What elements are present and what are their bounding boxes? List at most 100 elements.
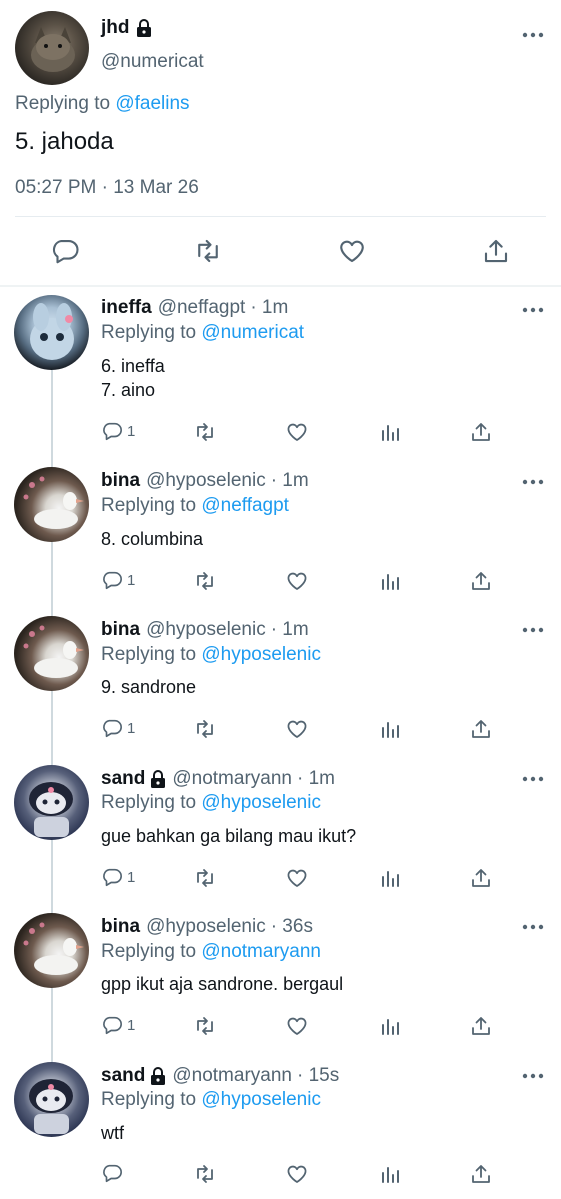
replying-to-link[interactable]: @faelins bbox=[115, 93, 189, 114]
reply-button[interactable]: 1 bbox=[101, 569, 135, 591]
views-icon[interactable] bbox=[378, 717, 402, 741]
avatar[interactable] bbox=[14, 467, 89, 542]
reply-text-line: gpp ikut aja sandrone. bergaul bbox=[101, 974, 344, 994]
reply-text-line: 6. ineffa bbox=[101, 356, 165, 376]
reply-icon bbox=[101, 1014, 123, 1036]
retweet-icon[interactable] bbox=[193, 236, 223, 266]
retweet-icon[interactable] bbox=[193, 866, 217, 890]
avatar[interactable] bbox=[14, 913, 89, 988]
retweet-icon[interactable] bbox=[193, 1162, 217, 1186]
reply-button[interactable]: 1 bbox=[101, 866, 135, 888]
reply-time[interactable]: · 1m bbox=[271, 619, 309, 641]
reply-count: 1 bbox=[127, 719, 136, 737]
avatar[interactable] bbox=[14, 765, 89, 840]
more-icon[interactable] bbox=[521, 625, 545, 635]
reply-icon bbox=[101, 420, 123, 442]
like-icon[interactable] bbox=[285, 569, 309, 593]
reply-icon bbox=[101, 569, 123, 591]
views-icon[interactable] bbox=[378, 1014, 402, 1038]
like-icon[interactable] bbox=[285, 866, 309, 890]
main-tweet-text: 5. jahoda bbox=[15, 128, 114, 155]
retweet-icon[interactable] bbox=[193, 569, 217, 593]
like-icon[interactable] bbox=[285, 717, 309, 741]
replying-to-link[interactable]: @neffagpt bbox=[201, 495, 289, 516]
more-icon[interactable] bbox=[521, 477, 545, 487]
reply-button[interactable]: 1 bbox=[101, 717, 135, 739]
reply-time[interactable]: · 1m bbox=[297, 768, 335, 790]
reply-author-name[interactable]: sand bbox=[101, 768, 145, 790]
share-icon[interactable] bbox=[469, 717, 493, 741]
like-icon[interactable] bbox=[285, 1162, 309, 1186]
reply-text-line: 8. columbina bbox=[101, 529, 204, 549]
replying-to-link[interactable]: @notmaryann bbox=[201, 941, 321, 962]
lock-icon bbox=[136, 19, 152, 37]
more-icon[interactable] bbox=[521, 30, 545, 40]
reply-author-handle[interactable]: @notmaryann bbox=[172, 768, 292, 790]
reply-icon[interactable] bbox=[50, 236, 80, 266]
reply-button[interactable]: 1 bbox=[101, 420, 135, 442]
views-icon[interactable] bbox=[378, 569, 402, 593]
reply-icon bbox=[101, 866, 123, 888]
reply-time[interactable]: · 36s bbox=[271, 916, 313, 938]
main-tweet-timestamp[interactable]: 05:27 PM · 13 Mar 26 bbox=[15, 177, 199, 199]
reply-author-name[interactable]: sand bbox=[101, 1065, 145, 1087]
more-icon[interactable] bbox=[521, 1071, 545, 1081]
reply-author-handle[interactable]: @notmaryann bbox=[172, 1065, 292, 1087]
replying-to-line: Replying to @hyposelenic bbox=[101, 792, 321, 813]
reply-author-name[interactable]: bina bbox=[101, 916, 140, 938]
main-avatar[interactable] bbox=[15, 11, 89, 85]
reply-button[interactable]: 1 bbox=[101, 1014, 135, 1036]
reply-author-handle[interactable]: @neffagpt bbox=[158, 297, 246, 319]
replying-to-line: Replying to @hyposelenic bbox=[101, 1089, 321, 1110]
replying-to-line: Replying to @faelins bbox=[15, 93, 190, 114]
replying-to-line: Replying to @neffagpt bbox=[101, 495, 289, 516]
reply-author-handle[interactable]: @hyposelenic bbox=[146, 916, 266, 938]
replying-to-line: Replying to @hyposelenic bbox=[101, 644, 321, 665]
share-icon[interactable] bbox=[469, 1162, 493, 1186]
retweet-icon[interactable] bbox=[193, 717, 217, 741]
replying-to-link[interactable]: @hyposelenic bbox=[201, 1089, 321, 1110]
reply-count: 1 bbox=[127, 1016, 136, 1034]
replying-to-link[interactable]: @numericat bbox=[201, 322, 304, 343]
reply-text-line: wtf bbox=[101, 1123, 125, 1143]
share-icon[interactable] bbox=[469, 569, 493, 593]
reply-time[interactable]: · 15s bbox=[297, 1065, 339, 1087]
views-icon[interactable] bbox=[378, 420, 402, 444]
divider bbox=[15, 216, 546, 217]
share-icon[interactable] bbox=[481, 236, 511, 266]
reply-author-name[interactable]: bina bbox=[101, 470, 140, 492]
like-icon[interactable] bbox=[285, 420, 309, 444]
share-icon[interactable] bbox=[469, 420, 493, 444]
replying-to-link[interactable]: @hyposelenic bbox=[201, 792, 321, 813]
share-icon[interactable] bbox=[469, 1014, 493, 1038]
like-icon[interactable] bbox=[285, 1014, 309, 1038]
avatar[interactable] bbox=[14, 295, 89, 370]
main-tweet-author-name[interactable]: jhd bbox=[101, 17, 130, 39]
reply-button[interactable] bbox=[101, 1162, 127, 1184]
views-icon[interactable] bbox=[378, 1162, 402, 1186]
reply-author-name[interactable]: ineffa bbox=[101, 297, 152, 319]
reply-count: 1 bbox=[127, 422, 136, 440]
views-icon[interactable] bbox=[378, 866, 402, 890]
more-icon[interactable] bbox=[521, 774, 545, 784]
avatar[interactable] bbox=[14, 616, 89, 691]
main-tweet-author-handle[interactable]: @numericat bbox=[101, 51, 204, 73]
retweet-icon[interactable] bbox=[193, 1014, 217, 1038]
reply-author-handle[interactable]: @hyposelenic bbox=[146, 470, 266, 492]
retweet-icon[interactable] bbox=[193, 420, 217, 444]
more-icon[interactable] bbox=[521, 922, 545, 932]
reply-actions: 1 bbox=[0, 569, 561, 593]
reply-author-name[interactable]: bina bbox=[101, 619, 140, 641]
reply-time[interactable]: · 1m bbox=[250, 297, 288, 319]
reply-author-handle[interactable]: @hyposelenic bbox=[146, 619, 266, 641]
reply-actions: 1 bbox=[0, 1014, 561, 1038]
more-icon[interactable] bbox=[521, 305, 545, 315]
section-separator bbox=[0, 285, 561, 287]
replying-to-line: Replying to @notmaryann bbox=[101, 941, 321, 962]
avatar[interactable] bbox=[14, 1062, 89, 1137]
replying-to-link[interactable]: @hyposelenic bbox=[201, 644, 321, 665]
reply-time[interactable]: · 1m bbox=[271, 470, 309, 492]
like-icon[interactable] bbox=[337, 236, 367, 266]
lock-icon bbox=[150, 770, 166, 788]
share-icon[interactable] bbox=[469, 866, 493, 890]
